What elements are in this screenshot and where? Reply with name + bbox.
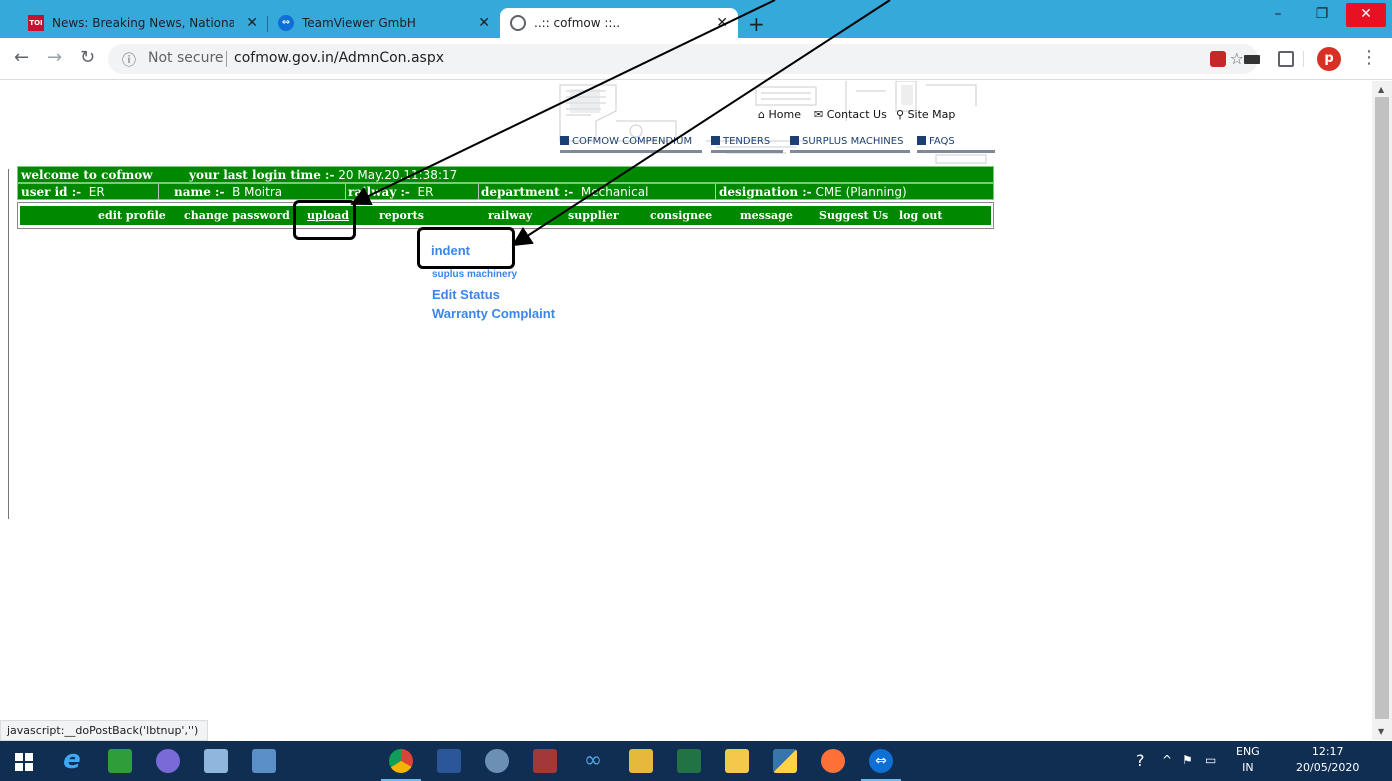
- scroll-up-icon[interactable]: ▲: [1378, 85, 1384, 94]
- word-icon[interactable]: [425, 741, 473, 781]
- snipping-tool-icon[interactable]: [473, 741, 521, 781]
- lang-top: ENG: [1236, 745, 1260, 758]
- annotation-arrows: [350, 0, 891, 247]
- scroll-thumb[interactable]: [1375, 97, 1389, 719]
- scroll-down-icon[interactable]: ▼: [1378, 727, 1384, 736]
- system-clock[interactable]: 12:17 20/05/2020: [1296, 744, 1359, 776]
- infinity-app-icon[interactable]: ∞: [569, 741, 617, 781]
- python-icon[interactable]: [761, 741, 809, 781]
- clock-time: 12:17: [1311, 745, 1344, 758]
- paint-icon[interactable]: [617, 741, 665, 781]
- arrow-to-indent: [511, 0, 891, 247]
- task-manager-icon[interactable]: [240, 741, 288, 781]
- remote-desktop-icon[interactable]: [192, 741, 240, 781]
- file-explorer-icon[interactable]: [713, 741, 761, 781]
- excel-icon[interactable]: [665, 741, 713, 781]
- store-icon[interactable]: [96, 741, 144, 781]
- access-icon[interactable]: [521, 741, 569, 781]
- language-indicator[interactable]: ENG IN: [1236, 744, 1260, 776]
- chevron-up-icon[interactable]: ^: [1162, 753, 1172, 767]
- page-scrollbar[interactable]: ▲ ▼: [1372, 81, 1392, 740]
- firefox-icon[interactable]: [809, 741, 857, 781]
- media-center-icon[interactable]: [144, 741, 192, 781]
- lang-bottom: IN: [1242, 761, 1254, 774]
- clock-date: 20/05/2020: [1296, 761, 1360, 774]
- windows-start-button[interactable]: [0, 741, 48, 781]
- chrome-icon[interactable]: [377, 741, 425, 781]
- windows-taskbar: e ∞ ⇔ ? ^ ⚑ ▭ ENG IN 12:17 20/05/2020: [0, 741, 1392, 781]
- status-bar: javascript:__doPostBack('lbtnup',''): [0, 720, 208, 741]
- internet-explorer-icon[interactable]: e: [48, 741, 96, 781]
- arrow-to-upload: [350, 0, 776, 206]
- help-icon[interactable]: ?: [1136, 751, 1145, 770]
- flag-icon[interactable]: ⚑: [1182, 753, 1193, 767]
- network-icon[interactable]: ▭: [1205, 753, 1216, 767]
- teamviewer-taskbar-icon[interactable]: ⇔: [857, 741, 905, 781]
- windows-logo-icon: [15, 753, 33, 771]
